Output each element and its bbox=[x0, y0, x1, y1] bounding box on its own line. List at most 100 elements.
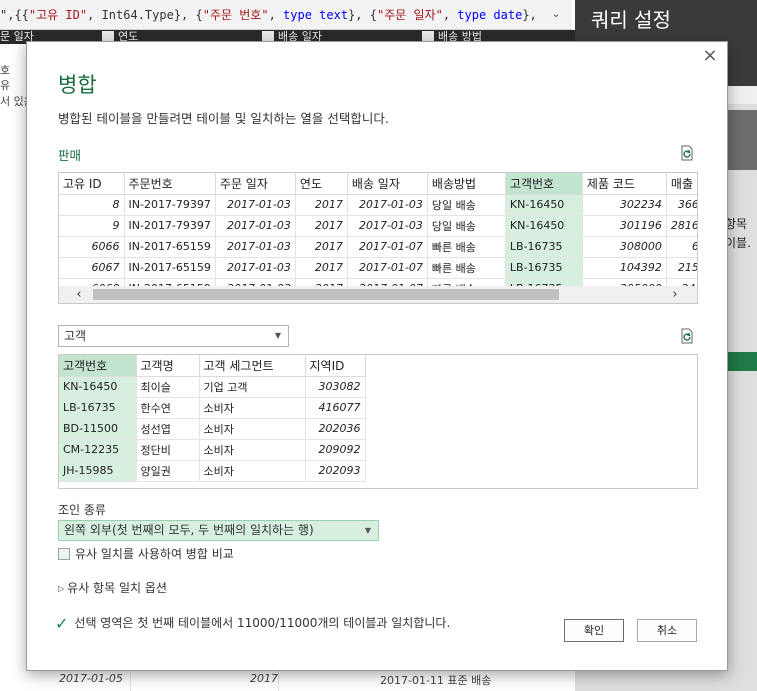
refresh-preview-icon[interactable] bbox=[679, 145, 695, 161]
table-cell: 104392 bbox=[582, 257, 667, 279]
formula-token: "주문 일자" bbox=[376, 8, 443, 22]
formula-bar[interactable]: ",{{"고유 ID", Int64.Type}, {"주문 번호", type… bbox=[0, 0, 572, 30]
chevron-down-icon: ▼ bbox=[274, 331, 281, 340]
fuzzy-options-expander[interactable]: ▷ 유사 항목 일치 옵션 bbox=[58, 579, 167, 596]
table-cell: 6067 bbox=[59, 257, 125, 279]
table-cell: 416077 bbox=[305, 397, 366, 419]
column-header[interactable]: 고유 ID bbox=[59, 173, 125, 195]
table-cell: 202093 bbox=[305, 460, 366, 482]
scroll-thumb[interactable] bbox=[93, 289, 559, 300]
date-type-icon[interactable] bbox=[262, 31, 274, 41]
table-cell: 2017-01-07 bbox=[347, 257, 428, 279]
expand-formula-icon[interactable]: ⌄ bbox=[549, 7, 563, 21]
table-cell: 8 bbox=[59, 194, 125, 216]
panel-fragment: 항목 bbox=[725, 217, 748, 231]
table2-preview[interactable]: 고객번호 고객명 고객 세그먼트 지역ID KN-16450 최이슬 기업 고객 30308… bbox=[58, 354, 698, 489]
table2-select-value: 고객 bbox=[64, 329, 87, 343]
column-header[interactable]: 제품 코드 bbox=[582, 173, 667, 195]
dialog-title: 병합 bbox=[58, 73, 97, 97]
table-row: 8 IN-2017-79397 2017-01-03 2017 2017-01-03 당일… bbox=[59, 194, 697, 216]
column-header[interactable]: 주문번호 bbox=[124, 173, 216, 195]
horizontal-scrollbar[interactable]: ‹ › bbox=[58, 286, 698, 304]
table-cell: 2017-01-03 bbox=[347, 215, 428, 237]
table-cell: 2017-01-03 bbox=[215, 194, 296, 216]
formula-token: date bbox=[493, 8, 523, 22]
table1-label: 판매 bbox=[58, 148, 82, 163]
column-header[interactable]: 고객명 bbox=[136, 355, 200, 377]
table-cell: 281624.0 bbox=[666, 215, 697, 237]
table-row: JH-15985 양일권 소비자 202093 bbox=[59, 460, 366, 482]
table-cell: CM-12235 bbox=[59, 439, 137, 461]
chevron-down-icon: ▼ bbox=[364, 526, 371, 535]
formula-token: type bbox=[283, 8, 312, 22]
table-cell: KN-16450 bbox=[505, 215, 583, 237]
formula-token: , bbox=[268, 8, 284, 22]
formula-token: "고유 ID" bbox=[28, 8, 88, 22]
background-grid-left: 호 유 서 있음 bbox=[0, 44, 34, 670]
table-row: BD-11500 성선엽 소비자 202036 bbox=[59, 418, 366, 440]
table-cell: LB-16735 bbox=[59, 397, 137, 419]
table-row: 6067 IN-2017-65159 2017-01-03 2017 2017-01-0… bbox=[59, 257, 697, 279]
table-cell: 2017-01-07 bbox=[347, 236, 428, 258]
column-header[interactable]: 매출 bbox=[666, 173, 697, 195]
text-type-icon[interactable] bbox=[422, 31, 434, 41]
table-cell: 2017 bbox=[295, 236, 348, 258]
scroll-right-icon[interactable]: › bbox=[667, 286, 683, 303]
table-cell: 당일 배송 bbox=[427, 194, 506, 216]
fuzzy-match-row[interactable]: 유사 일치를 사용하여 병합 비교 bbox=[58, 545, 234, 562]
table-cell: 2017-01-03 bbox=[215, 215, 296, 237]
column-header[interactable]: 고객번호 bbox=[59, 355, 137, 377]
column-header[interactable]: 고객번호 bbox=[505, 173, 583, 195]
table-cell: 빠른 배송 bbox=[427, 236, 506, 258]
formula-token: type bbox=[457, 8, 487, 22]
join-kind-select[interactable]: 왼쪽 외부(첫 번째의 모두, 두 번째의 일치하는 행) ▼ bbox=[58, 520, 379, 541]
table-cell: LB-16735 bbox=[505, 257, 583, 279]
table-cell: 기업 고객 bbox=[199, 376, 306, 398]
table-cell: IN-2017-79397 bbox=[124, 215, 216, 237]
table2-select[interactable]: 고객 ▼ bbox=[58, 325, 289, 347]
table1-preview[interactable]: 고유 ID 주문번호 주문 일자 연도 배송 일자 배송방법 고객번호 제품 코드 매출 8 IN… bbox=[58, 172, 698, 304]
table-cell: LB-16735 bbox=[505, 236, 583, 258]
cancel-button[interactable]: 취소 bbox=[637, 619, 697, 642]
table-cell: 최이슬 bbox=[136, 376, 200, 398]
grid-divider bbox=[278, 670, 279, 691]
formula-token: }, bbox=[522, 8, 537, 22]
column-header[interactable]: 지역ID bbox=[305, 355, 366, 377]
number-type-icon[interactable] bbox=[102, 31, 114, 41]
grid-fragment: 호 bbox=[0, 64, 11, 77]
table-row: CM-12235 정단비 소비자 209092 bbox=[59, 439, 366, 461]
column-header[interactable]: 배송 일자 bbox=[347, 173, 428, 195]
background-grid-bottom: 2017-01-05 2017 2017-01-11 표준 배송 bbox=[0, 670, 575, 691]
table1-grid: 고유 ID 주문번호 주문 일자 연도 배송 일자 배송방법 고객번호 제품 코드 매출 8 IN… bbox=[59, 173, 697, 300]
table-cell: 302234 bbox=[582, 194, 667, 216]
fuzzy-match-checkbox[interactable] bbox=[58, 548, 70, 560]
table-cell: 303082 bbox=[305, 376, 366, 398]
grid-cell: 2017-01-05 bbox=[59, 672, 123, 685]
column-header[interactable]: 주문 일자 bbox=[215, 173, 296, 195]
panel-accent bbox=[725, 352, 757, 371]
formula-token: ",{{ bbox=[0, 8, 29, 22]
table-cell: KN-16450 bbox=[505, 194, 583, 216]
refresh-preview-icon[interactable] bbox=[679, 328, 695, 344]
table-cell: 2017-01-03 bbox=[347, 194, 428, 216]
expand-triangle-icon: ▷ bbox=[58, 584, 65, 593]
ok-button[interactable]: 확인 bbox=[564, 619, 624, 642]
table-row: LB-16735 한수연 소비자 416077 bbox=[59, 397, 366, 419]
column-header[interactable]: 고객 세그먼트 bbox=[199, 355, 306, 377]
table-row: 6066 IN-2017-65159 2017-01-03 2017 2017-01-0… bbox=[59, 236, 697, 258]
table-cell: 2017-01-03 bbox=[215, 236, 296, 258]
column-header[interactable]: 배송방법 bbox=[427, 173, 506, 195]
table-cell: 2017 bbox=[295, 257, 348, 279]
formula-token: text bbox=[319, 8, 349, 22]
match-status: ✓ 선택 영역은 첫 번째 테이블에서 11000/11000개의 테이블과 일치… bbox=[55, 614, 450, 633]
table-cell: 9 bbox=[59, 215, 125, 237]
table-cell: 2017 bbox=[295, 194, 348, 216]
scroll-left-icon[interactable]: ‹ bbox=[71, 286, 87, 303]
formula-token: , bbox=[442, 8, 458, 22]
close-icon[interactable]: × bbox=[701, 47, 719, 65]
column-header[interactable]: 연도 bbox=[295, 173, 348, 195]
table-cell: 소비자 bbox=[199, 439, 306, 461]
table-cell: 209092 bbox=[305, 439, 366, 461]
table-cell: 정단비 bbox=[136, 439, 200, 461]
table-cell: 당일 배송 bbox=[427, 215, 506, 237]
